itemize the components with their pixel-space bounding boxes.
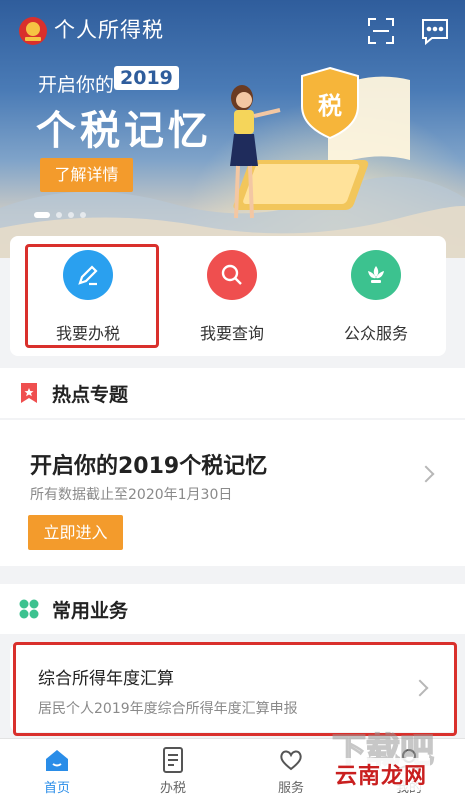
hot-topic-card[interactable]: 开启你的2019个税记忆 所有数据截止至2020年1月30日 立即进入 — [0, 420, 465, 566]
home-icon — [46, 750, 68, 771]
quick-actions-card: 我要办税 我要查询 公众服务 — [10, 236, 446, 356]
action-public-service[interactable]: 公众服务 — [316, 250, 436, 344]
bookmark-icon — [21, 383, 37, 403]
watermark-text: 云南龙网 — [332, 758, 431, 790]
message-icon[interactable] — [420, 16, 450, 46]
business-item-subtitle: 居民个人2019年度综合所得年度汇算申报 — [38, 701, 298, 717]
search-icon — [221, 264, 242, 285]
action-label: 我要查询 — [199, 324, 264, 343]
grid-icon — [19, 599, 39, 619]
nav-label: 办税 — [159, 781, 186, 796]
scan-icon[interactable] — [366, 16, 396, 46]
section-title: 热点专题 — [52, 384, 129, 406]
chevron-right-icon — [417, 465, 435, 483]
nav-label: 服务 — [277, 781, 304, 796]
promo-year-badge: 2019 — [114, 66, 179, 90]
nav-label: 首页 — [43, 781, 70, 796]
hot-topic-title: 开启你的2019个税记忆 — [30, 454, 268, 479]
pen-icon — [78, 265, 98, 286]
shield-label: 税 — [318, 92, 342, 120]
heart-hand-icon — [280, 750, 302, 771]
hot-topics-header: 热点专题 — [0, 368, 465, 418]
tax-emblem-logo — [19, 17, 47, 45]
tax-form-icon — [163, 747, 183, 773]
section-title: 常用业务 — [52, 600, 129, 622]
action-icon-bg — [351, 250, 401, 300]
promo-line1: 开启你的 — [38, 74, 115, 96]
nav-home[interactable]: 首页 — [12, 745, 102, 796]
flower-icon — [368, 266, 384, 283]
action-do-tax[interactable]: 我要办税 — [28, 250, 148, 344]
action-icon-bg — [63, 250, 113, 300]
hot-topic-subtitle: 所有数据截止至2020年1月30日 — [30, 487, 233, 503]
promo-title: 个税记忆 — [36, 108, 212, 154]
action-query[interactable]: 我要查询 — [172, 250, 292, 344]
banner-illustration: 税 — [230, 66, 410, 219]
app-title: 个人所得税 — [54, 18, 164, 42]
carousel-dot[interactable] — [56, 212, 62, 218]
annual-settlement-item[interactable]: 综合所得年度汇算 居民个人2019年度综合所得年度汇算申报 — [10, 644, 456, 732]
carousel-dot[interactable] — [80, 212, 86, 218]
action-label: 我要办税 — [55, 324, 120, 343]
chevron-right-icon — [411, 679, 429, 697]
nav-tax[interactable]: 办税 — [128, 745, 218, 796]
common-business-header: 常用业务 — [0, 584, 465, 634]
nav-service[interactable]: 服务 — [246, 745, 336, 796]
action-icon-bg — [207, 250, 257, 300]
carousel-dot[interactable] — [68, 212, 74, 218]
carousel-indicator[interactable] — [34, 212, 86, 218]
learn-more-button[interactable]: 了解详情 — [40, 158, 133, 192]
action-label: 公众服务 — [343, 324, 408, 343]
promo-banner[interactable]: 税 个人所得税 开启你的 2019 个税记忆 了解详情 — [0, 0, 465, 258]
carousel-dot[interactable] — [34, 212, 50, 218]
enter-now-button[interactable]: 立即进入 — [28, 515, 123, 550]
business-item-title: 综合所得年度汇算 — [38, 669, 174, 689]
